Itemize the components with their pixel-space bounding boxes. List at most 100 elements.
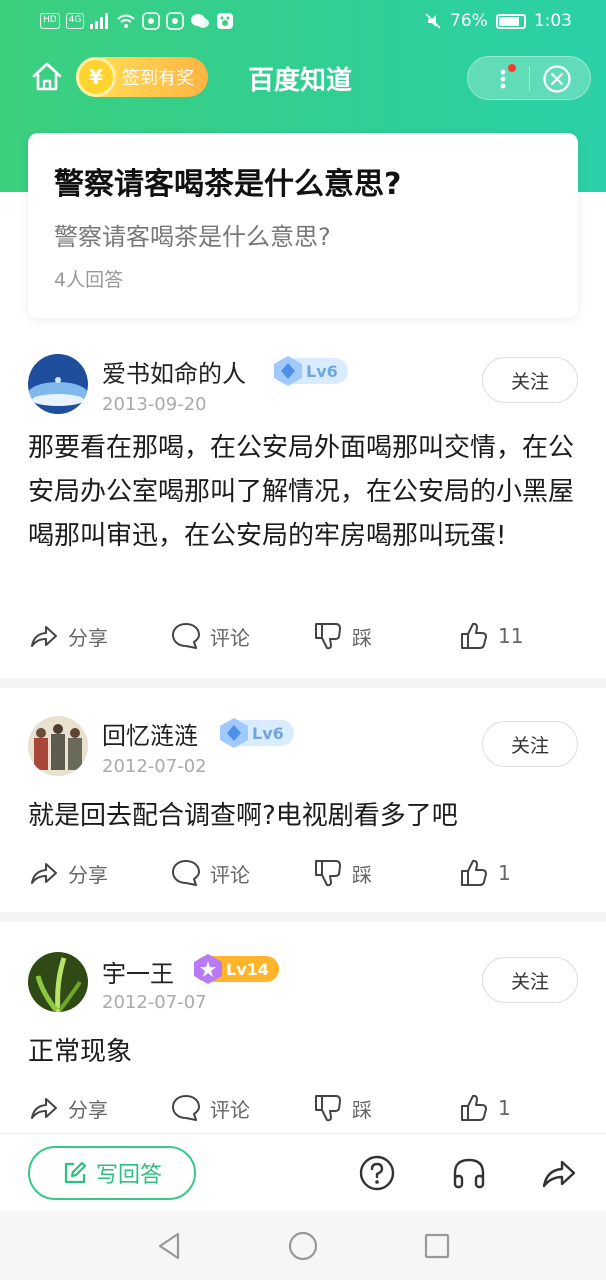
top-navigation-bar: ¥ 签到有奖 百度知道 <box>0 50 606 106</box>
baidu-paw-icon <box>217 13 234 29</box>
answer-actions: 分享 评论 踩 1 <box>0 853 606 893</box>
answer-text: 就是回去配合调查啊?电视剧看多了吧 <box>28 801 458 831</box>
edit-icon <box>64 1161 87 1184</box>
answer-actions: 分享 评论 踩 11 <box>0 616 606 656</box>
level-badge: Lv14 <box>194 954 279 984</box>
answer-date: 2012-07-02 <box>102 756 207 777</box>
question-icon[interactable] <box>358 1154 396 1192</box>
hd-indicator: HD <box>40 13 60 29</box>
notification-dot <box>508 64 516 72</box>
share-icon[interactable] <box>540 1154 578 1192</box>
section-divider <box>0 678 606 688</box>
level-badge: Lv6 <box>220 718 294 748</box>
like-count: 1 <box>498 1096 511 1120</box>
app-notification-icon <box>142 12 161 30</box>
follow-button[interactable]: 关注 <box>482 957 578 1003</box>
dislike-button[interactable]: 踩 <box>312 1088 372 1128</box>
battery-icon <box>495 13 526 29</box>
share-icon <box>31 863 57 884</box>
level-badge: Lv6 <box>274 356 348 386</box>
status-bar: HD 4G 76% 1:03 <box>0 0 606 46</box>
clock: 1:03 <box>533 11 572 31</box>
dislike-button[interactable]: 踩 <box>312 853 372 893</box>
home-icon[interactable] <box>30 60 64 94</box>
thumbs-up-icon <box>461 1094 487 1121</box>
comment-button[interactable]: 评论 <box>170 1088 250 1128</box>
capsule-divider <box>529 67 530 91</box>
answer-item: 爱书如命的人 Lv6 2013-09-20 关注 那要看在那喝，在公安局外面喝那… <box>0 330 606 680</box>
avatar[interactable] <box>28 354 88 414</box>
comment-icon <box>172 860 200 886</box>
dislike-label: 踩 <box>352 1097 372 1122</box>
follow-button[interactable]: 关注 <box>482 721 578 767</box>
question-title: 警察请客喝茶是什么意思? <box>54 167 402 202</box>
write-answer-button[interactable]: 写回答 <box>28 1146 196 1200</box>
answer-date: 2012-07-07 <box>102 992 207 1013</box>
home-circle-icon[interactable] <box>286 1229 320 1263</box>
write-answer-label: 写回答 <box>95 1163 162 1188</box>
username[interactable]: 爱书如命的人 <box>102 354 246 389</box>
battery-percent: 76% <box>450 11 488 31</box>
coin-icon: ¥ <box>76 57 116 97</box>
avatar[interactable] <box>28 716 88 776</box>
diamond-badge-icon <box>220 718 248 748</box>
comment-icon <box>172 623 200 649</box>
mini-program-capsule <box>467 56 591 100</box>
like-count: 11 <box>498 624 524 648</box>
thumbs-up-icon <box>461 859 487 886</box>
share-button[interactable]: 分享 <box>28 853 108 893</box>
comment-icon <box>172 1095 200 1121</box>
answer-text: 正常现象 <box>28 1037 133 1067</box>
share-icon <box>31 1098 57 1119</box>
comment-label: 评论 <box>210 625 250 650</box>
avatar[interactable] <box>28 952 88 1012</box>
answer-item: 宇一王 Lv14 2012-07-07 关注 正常现象 分享 评论 踩 1 <box>0 922 606 1132</box>
answer-text: 那要看在那喝，在公安局外面喝那叫交情，在公安局办公室喝那叫了解情况，在公安局的小… <box>28 433 575 551</box>
system-navigation-bar <box>0 1211 606 1280</box>
like-count: 1 <box>498 861 511 885</box>
level-label: Lv14 <box>226 959 269 979</box>
section-divider <box>0 912 606 922</box>
like-button[interactable]: 1 <box>458 853 511 893</box>
comment-button[interactable]: 评论 <box>170 616 250 656</box>
app-notification-icon <box>166 12 185 30</box>
like-button[interactable]: 1 <box>458 1088 511 1128</box>
close-icon[interactable] <box>542 64 572 94</box>
username[interactable]: 回忆涟涟 <box>102 716 198 751</box>
wechat-icon <box>191 14 210 28</box>
question-description: 警察请客喝茶是什么意思? <box>54 223 331 251</box>
comment-button[interactable]: 评论 <box>170 853 250 893</box>
thumbs-down-icon <box>315 623 341 650</box>
comment-label: 评论 <box>210 1097 250 1122</box>
username[interactable]: 宇一王 <box>102 954 174 989</box>
question-card: 警察请客喝茶是什么意思? 警察请客喝茶是什么意思? 4人回答 <box>28 133 578 318</box>
share-button[interactable]: 分享 <box>28 616 108 656</box>
recents-icon[interactable] <box>420 1229 454 1263</box>
thumbs-down-icon <box>315 860 341 887</box>
thumbs-up-icon <box>461 622 487 649</box>
share-label: 分享 <box>68 625 108 650</box>
dislike-button[interactable]: 踩 <box>312 616 372 656</box>
comment-label: 评论 <box>210 862 250 887</box>
level-label: Lv6 <box>252 723 284 743</box>
sign-in-reward-button[interactable]: ¥ 签到有奖 <box>76 57 208 97</box>
answer-item: 回忆涟涟 Lv6 2012-07-02 关注 就是回去配合调查啊?电视剧看多了吧… <box>0 688 606 914</box>
network-type-indicator: 4G <box>65 13 85 29</box>
like-button[interactable]: 11 <box>458 616 523 656</box>
share-button[interactable]: 分享 <box>28 1088 108 1128</box>
headphones-icon[interactable] <box>450 1154 488 1192</box>
thumbs-down-icon <box>315 1095 341 1122</box>
follow-button[interactable]: 关注 <box>482 357 578 403</box>
answer-count: 4人回答 <box>54 269 124 291</box>
answer-actions: 分享 评论 踩 1 <box>0 1088 606 1128</box>
dislike-label: 踩 <box>352 862 372 887</box>
sign-in-reward-label: 签到有奖 <box>122 68 194 89</box>
share-label: 分享 <box>68 1097 108 1122</box>
share-label: 分享 <box>68 862 108 887</box>
star-badge-icon <box>194 954 222 984</box>
answer-date: 2013-09-20 <box>102 394 207 415</box>
wifi-icon <box>117 14 136 28</box>
bottom-action-bar: 写回答 <box>0 1133 606 1211</box>
signal-icon <box>90 13 109 29</box>
back-icon[interactable] <box>152 1229 186 1263</box>
